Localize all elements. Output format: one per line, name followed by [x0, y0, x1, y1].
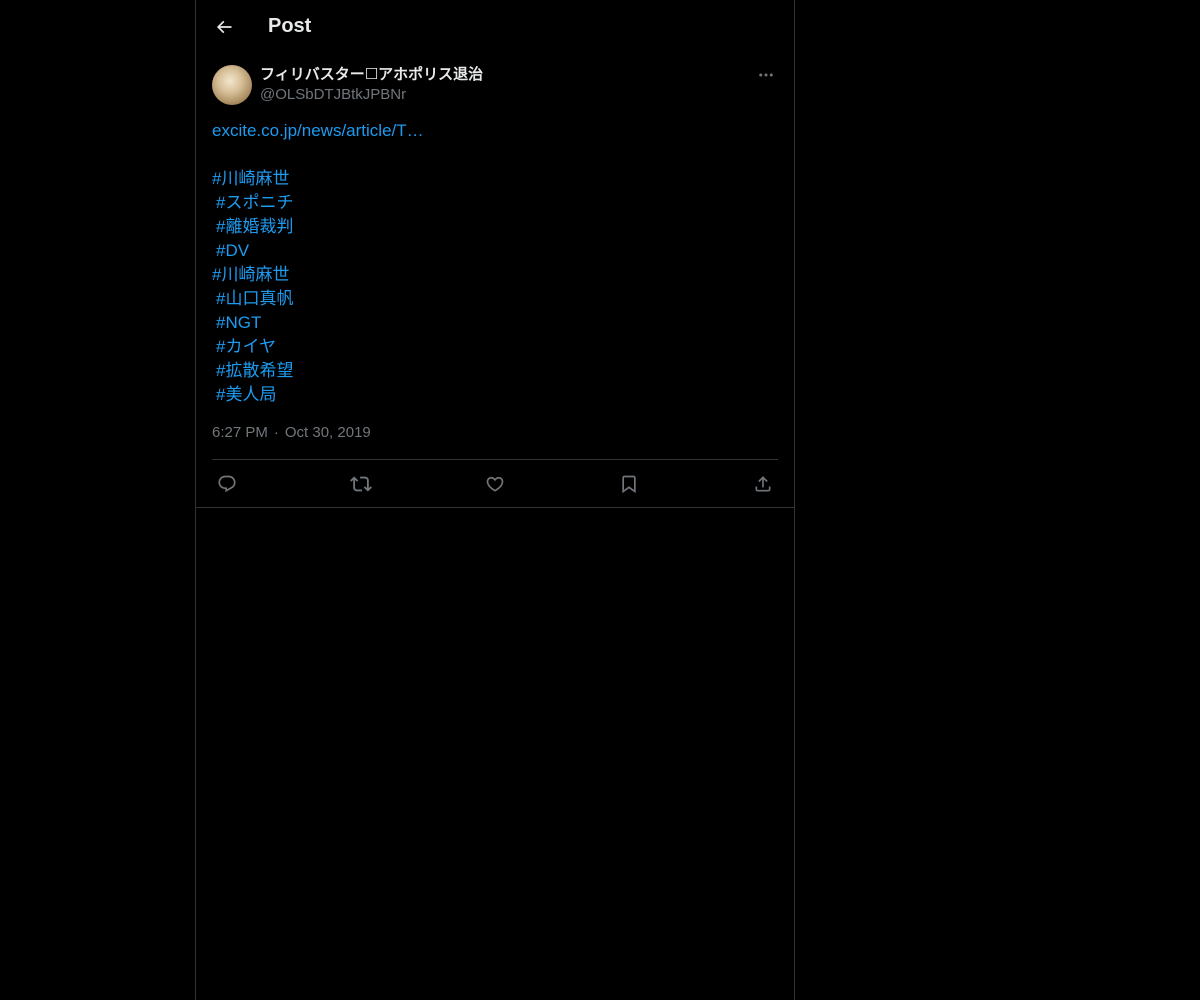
page-title: Post [268, 15, 312, 37]
post-link[interactable]: excite.co.jp/news/article/T… [212, 119, 424, 143]
share-button[interactable] [752, 473, 774, 495]
author-info: フィリバスター☐アホポリス退治 @OLSbDTJBtkJPBNr [260, 65, 483, 105]
hashtag-link[interactable]: #カイヤ [212, 335, 778, 359]
post-time[interactable]: 6:27 PM [212, 424, 268, 441]
author-display-name[interactable]: フィリバスター☐アホポリス退治 [260, 65, 483, 85]
hashtag-link[interactable]: #NGT [212, 311, 778, 335]
hashtag-link[interactable]: #山口真帆 [212, 287, 778, 311]
repost-icon [350, 473, 372, 495]
post-article: フィリバスター☐アホポリス退治 @OLSbDTJBtkJPBNr excite.… [196, 53, 794, 508]
timestamp-separator: · [273, 424, 279, 441]
more-options-button[interactable] [754, 65, 778, 85]
hashtag-link[interactable]: #離婚裁判 [212, 215, 778, 239]
like-button[interactable] [484, 473, 506, 495]
arrow-left-icon [214, 17, 234, 37]
repost-button[interactable] [350, 473, 372, 495]
post-author-row: フィリバスター☐アホポリス退治 @OLSbDTJBtkJPBNr [212, 65, 778, 109]
hashtag-link[interactable]: #DV [212, 239, 778, 263]
more-horizontal-icon [757, 66, 775, 84]
reply-button[interactable] [216, 473, 238, 495]
hashtag-link[interactable]: #川崎麻世 [212, 263, 778, 287]
post-timestamp: 6:27 PM · Oct 30, 2019 [212, 423, 778, 443]
main-column: Post フィリバスター☐アホポリス退治 @OLSbDTJBtkJPBNr ex… [195, 0, 795, 1000]
bookmark-icon [619, 474, 639, 494]
page-header: Post [196, 0, 794, 53]
back-button[interactable] [212, 15, 236, 39]
post-actions [212, 460, 778, 507]
hashtag-link[interactable]: #スポニチ [212, 191, 778, 215]
share-icon [753, 474, 773, 494]
hashtag-link[interactable]: #川崎麻世 [212, 167, 778, 191]
hashtag-list: #川崎麻世 #スポニチ #離婚裁判 #DV #川崎麻世 #山口真帆 #NGT #カイヤ #拡散希… [212, 167, 778, 407]
post-text: excite.co.jp/news/article/T… #川崎麻世 #スポニチ #… [212, 119, 778, 407]
heart-icon [485, 474, 505, 494]
post-date[interactable]: Oct 30, 2019 [285, 424, 371, 441]
reply-icon [217, 474, 237, 494]
author-handle[interactable]: @OLSbDTJBtkJPBNr [260, 85, 483, 105]
avatar[interactable] [212, 65, 252, 105]
bookmark-button[interactable] [618, 473, 640, 495]
hashtag-link[interactable]: #美人局 [212, 383, 778, 407]
hashtag-link[interactable]: #拡散希望 [212, 359, 778, 383]
